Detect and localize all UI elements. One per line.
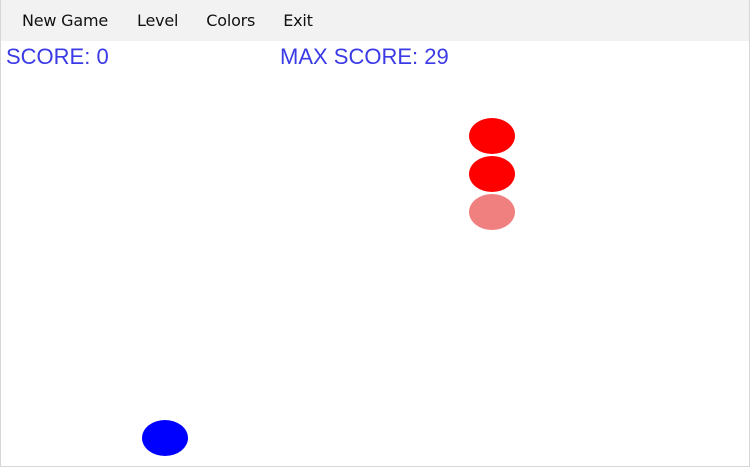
- game-board[interactable]: [1, 70, 749, 466]
- menu-colors[interactable]: Colors: [192, 8, 269, 33]
- menu-new-game[interactable]: New Game: [8, 8, 122, 33]
- food-pellet: [142, 420, 188, 456]
- snake-tail-segment: [469, 194, 515, 230]
- snake-head: [469, 118, 515, 154]
- score-bar: SCORE: 0 MAX SCORE: 29: [1, 44, 749, 70]
- menu-bar: New Game Level Colors Exit: [1, 0, 749, 41]
- menu-level[interactable]: Level: [123, 8, 192, 33]
- current-score: SCORE: 0: [6, 44, 109, 69]
- game-window: New Game Level Colors Exit SCORE: 0 MAX …: [0, 0, 750, 467]
- menu-exit[interactable]: Exit: [269, 8, 327, 33]
- max-score: MAX SCORE: 29: [280, 44, 449, 69]
- snake-body-segment: [469, 156, 515, 192]
